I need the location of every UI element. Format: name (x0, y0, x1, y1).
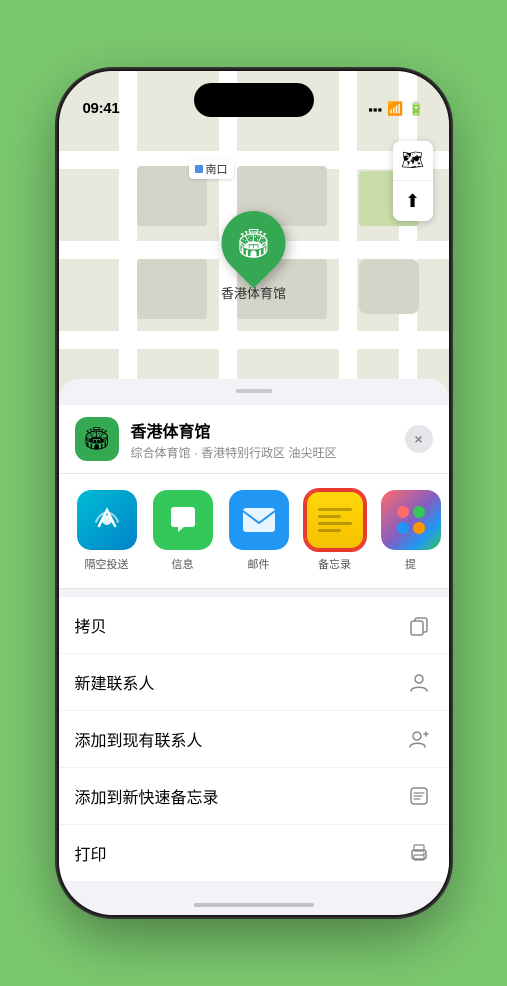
mail-label: 邮件 (248, 556, 270, 572)
signal-icon: ▪▪▪ (368, 102, 382, 117)
location-header: 🏟 香港体育馆 综合体育馆 · 香港特别行政区 油尖旺区 × (59, 405, 449, 474)
sheet-handle (236, 389, 272, 393)
airdrop-icon (77, 490, 137, 550)
map-label: 南口 (189, 159, 234, 179)
airdrop-label: 隔空投送 (85, 556, 129, 572)
new-contact-label: 新建联系人 (75, 670, 155, 694)
location-button[interactable]: ⬆ (393, 181, 433, 221)
location-name: 香港体育馆 (131, 418, 433, 442)
location-info: 香港体育馆 综合体育馆 · 香港特别行政区 油尖旺区 (131, 418, 433, 461)
print-label: 打印 (75, 841, 107, 865)
menu-item-copy[interactable]: 拷贝 (59, 597, 449, 654)
menu-item-print[interactable]: 打印 (59, 825, 449, 881)
action-more[interactable]: 提 (379, 490, 443, 572)
pin-icon: 🏟 (236, 227, 272, 260)
menu-item-add-existing[interactable]: 添加到现有联系人 (59, 711, 449, 768)
messages-label: 信息 (172, 556, 194, 572)
action-messages[interactable]: 信息 (151, 490, 215, 572)
add-existing-label: 添加到现有联系人 (75, 727, 203, 751)
add-existing-icon (405, 725, 433, 753)
battery-icon: 🔋 (408, 101, 424, 117)
map-pin: 🏟 香港体育馆 (221, 211, 286, 302)
new-contact-icon (405, 668, 433, 696)
notes-label: 备忘录 (318, 556, 351, 572)
action-airdrop[interactable]: 隔空投送 (75, 490, 139, 572)
map-type-button[interactable]: 🗺 (393, 141, 433, 181)
notes-icon (305, 490, 365, 550)
location-description: 综合体育馆 · 香港特别行政区 油尖旺区 (131, 444, 433, 461)
menu-item-add-notes[interactable]: 添加到新快速备忘录 (59, 768, 449, 825)
bottom-sheet: 🏟 香港体育馆 综合体育馆 · 香港特别行政区 油尖旺区 × (59, 379, 449, 915)
print-icon (405, 839, 433, 867)
messages-icon (153, 490, 213, 550)
wifi-icon: 📶 (387, 101, 403, 117)
dynamic-island (194, 83, 314, 117)
mail-icon (229, 490, 289, 550)
share-actions: 隔空投送 信息 (59, 474, 449, 589)
more-label: 提 (405, 556, 416, 572)
phone-screen: 南口 🏟 香港体育馆 🗺 ⬆ 09:41 ▪▪▪ 📶 🔋 (59, 71, 449, 915)
more-icon (381, 490, 441, 550)
menu-list: 拷贝 新建联系人 (59, 597, 449, 881)
notes-lines-icon (318, 508, 352, 532)
add-notes-label: 添加到新快速备忘录 (75, 784, 219, 808)
home-indicator (194, 903, 314, 907)
action-notes[interactable]: 备忘录 (303, 490, 367, 572)
copy-icon (405, 611, 433, 639)
phone-frame: 南口 🏟 香港体育馆 🗺 ⬆ 09:41 ▪▪▪ 📶 🔋 (59, 71, 449, 915)
map-controls: 🗺 ⬆ (393, 141, 433, 221)
action-mail[interactable]: 邮件 (227, 490, 291, 572)
location-icon: 🏟 (75, 417, 119, 461)
close-button[interactable]: × (405, 425, 433, 453)
status-icons: ▪▪▪ 📶 🔋 (368, 101, 424, 117)
status-time: 09:41 (83, 100, 120, 117)
copy-label: 拷贝 (75, 613, 107, 637)
add-notes-icon (405, 782, 433, 810)
location-emoji: 🏟 (83, 426, 111, 452)
menu-item-new-contact[interactable]: 新建联系人 (59, 654, 449, 711)
